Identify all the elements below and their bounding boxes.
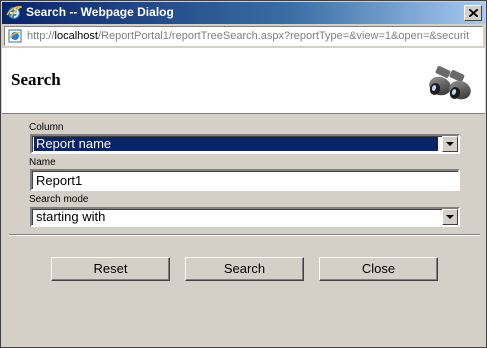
close-window-button[interactable] — [464, 5, 482, 21]
search-form: Column Report name Name Search mode star… — [2, 114, 485, 347]
url-path: /ReportPortal1/reportTreeSearch.aspx?rep… — [97, 30, 469, 42]
close-icon — [469, 9, 478, 17]
chevron-down-icon — [446, 215, 454, 219]
close-button[interactable]: Close — [319, 257, 438, 281]
binoculars-icon — [424, 62, 474, 102]
search-mode-label: Search mode — [29, 194, 89, 205]
name-input[interactable] — [30, 169, 460, 191]
column-label: Column — [29, 122, 64, 133]
page-icon — [7, 28, 23, 44]
divider — [9, 234, 480, 236]
dialog-header: Search — [2, 48, 485, 114]
address-bar: http://localhost/ReportPortal1/reportTre… — [2, 24, 485, 48]
search-mode-select[interactable]: starting with — [30, 207, 460, 227]
url-field[interactable]: http://localhost/ReportPortal1/reportTre… — [4, 26, 483, 46]
url-host: localhost — [54, 30, 98, 42]
url-text: http://localhost/ReportPortal1/reportTre… — [27, 30, 469, 42]
search-mode-selected-value: starting with — [36, 209, 106, 224]
column-dropdown-button[interactable] — [442, 136, 458, 152]
dialog-window: Search -- Webpage Dialog http://localhos… — [0, 0, 487, 348]
ie-icon — [6, 5, 24, 21]
window-title: Search -- Webpage Dialog — [26, 5, 174, 19]
reset-button[interactable]: Reset — [51, 257, 170, 281]
column-select[interactable]: Report name — [30, 134, 460, 154]
search-button[interactable]: Search — [185, 257, 304, 281]
search-mode-dropdown-button[interactable] — [442, 209, 458, 225]
column-selected-value: Report name — [34, 137, 438, 151]
title-bar[interactable]: Search -- Webpage Dialog — [2, 2, 485, 24]
url-prefix: http:// — [27, 30, 55, 42]
name-label: Name — [29, 157, 56, 168]
page-title: Search — [11, 70, 61, 89]
chevron-down-icon — [446, 142, 454, 146]
